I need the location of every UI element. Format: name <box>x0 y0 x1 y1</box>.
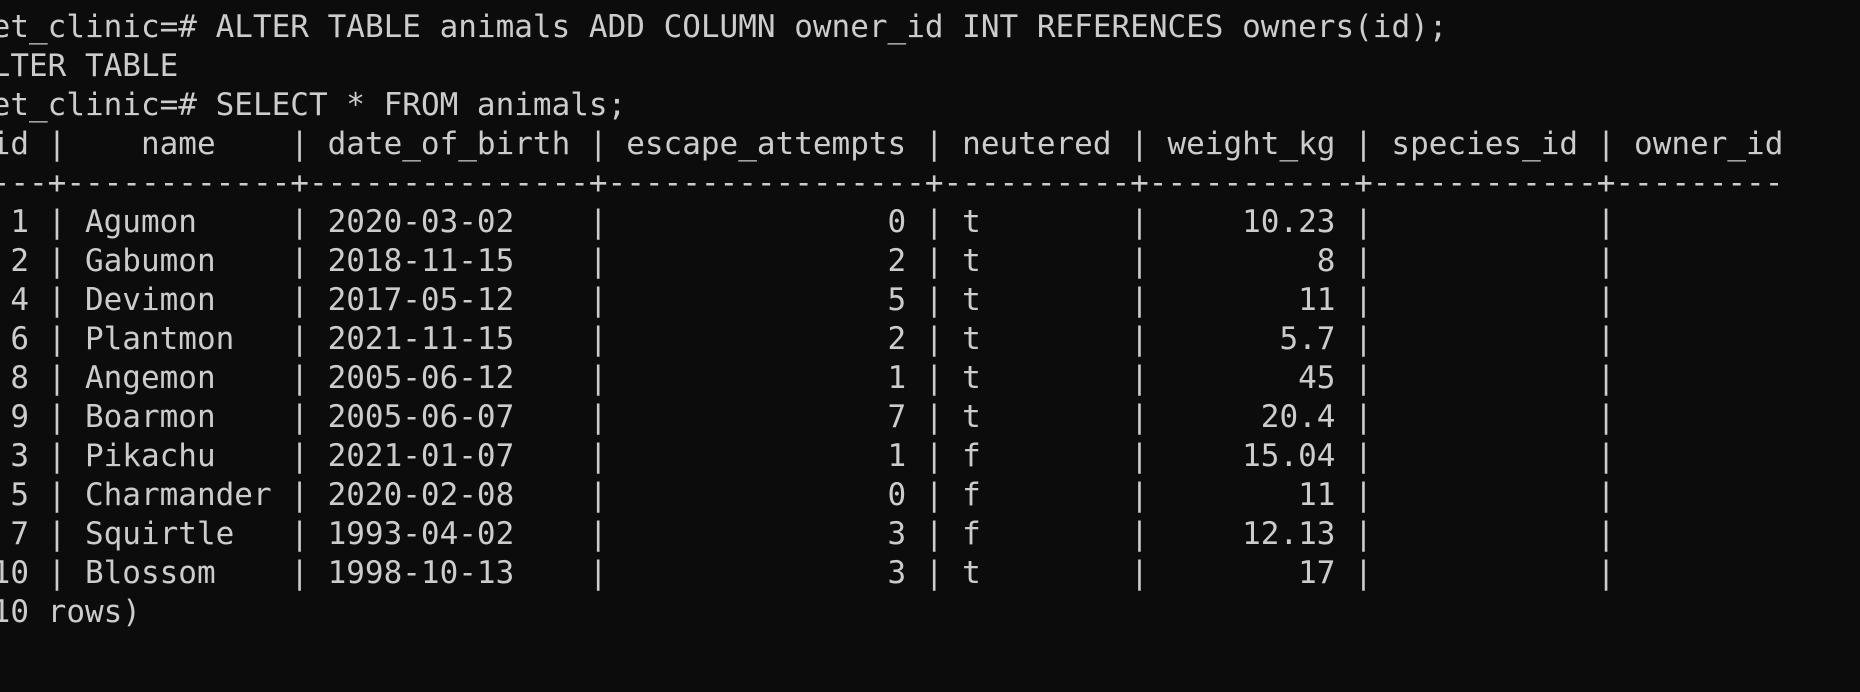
shell-prompt: vet_clinic=# <box>0 9 197 45</box>
table-separator: ----+------------+---------------+------… <box>0 165 1784 201</box>
table-row: 8 | Angemon | 2005-06-12 | 1 | t | 45 | … <box>0 360 1616 396</box>
table-row: 5 | Charmander | 2020-02-08 | 0 | f | 11… <box>0 477 1616 513</box>
command-line-select: vet_clinic=# SELECT * FROM animals; <box>0 86 1783 125</box>
table-row: 1 | Agumon | 2020-03-02 | 0 | t | 10.23 … <box>0 204 1616 240</box>
command-line-alter: vet_clinic=# ALTER TABLE animals ADD COL… <box>0 8 1783 47</box>
table-row: 2 | Gabumon | 2018-11-15 | 2 | t | 8 | | <box>0 243 1616 279</box>
row-count: (10 rows) <box>0 594 141 630</box>
table-row: 3 | Pikachu | 2021-01-07 | 1 | f | 15.04… <box>0 438 1616 474</box>
table-row: 4 | Devimon | 2017-05-12 | 5 | t | 11 | … <box>0 282 1616 318</box>
terminal-window[interactable]: vet_clinic=# ALTER TABLE animals ADD COL… <box>0 0 1860 692</box>
shell-prompt: vet_clinic=# <box>0 87 197 123</box>
command-result: ALTER TABLE <box>0 48 179 84</box>
terminal-output: vet_clinic=# ALTER TABLE animals ADD COL… <box>0 8 1783 632</box>
table-row: 10 | Blossom | 1998-10-13 | 3 | t | 17 |… <box>0 555 1616 591</box>
command-input: ALTER TABLE animals ADD COLUMN owner_id … <box>215 9 1448 45</box>
table-row: 6 | Plantmon | 2021-11-15 | 2 | t | 5.7 … <box>0 321 1616 357</box>
command-input: SELECT * FROM animals; <box>215 87 627 123</box>
table-row: 7 | Squirtle | 1993-04-02 | 3 | f | 12.1… <box>0 516 1616 552</box>
table-row: 9 | Boarmon | 2005-06-07 | 7 | t | 20.4 … <box>0 399 1616 435</box>
table-header: id | name | date_of_birth | escape_attem… <box>0 126 1784 162</box>
